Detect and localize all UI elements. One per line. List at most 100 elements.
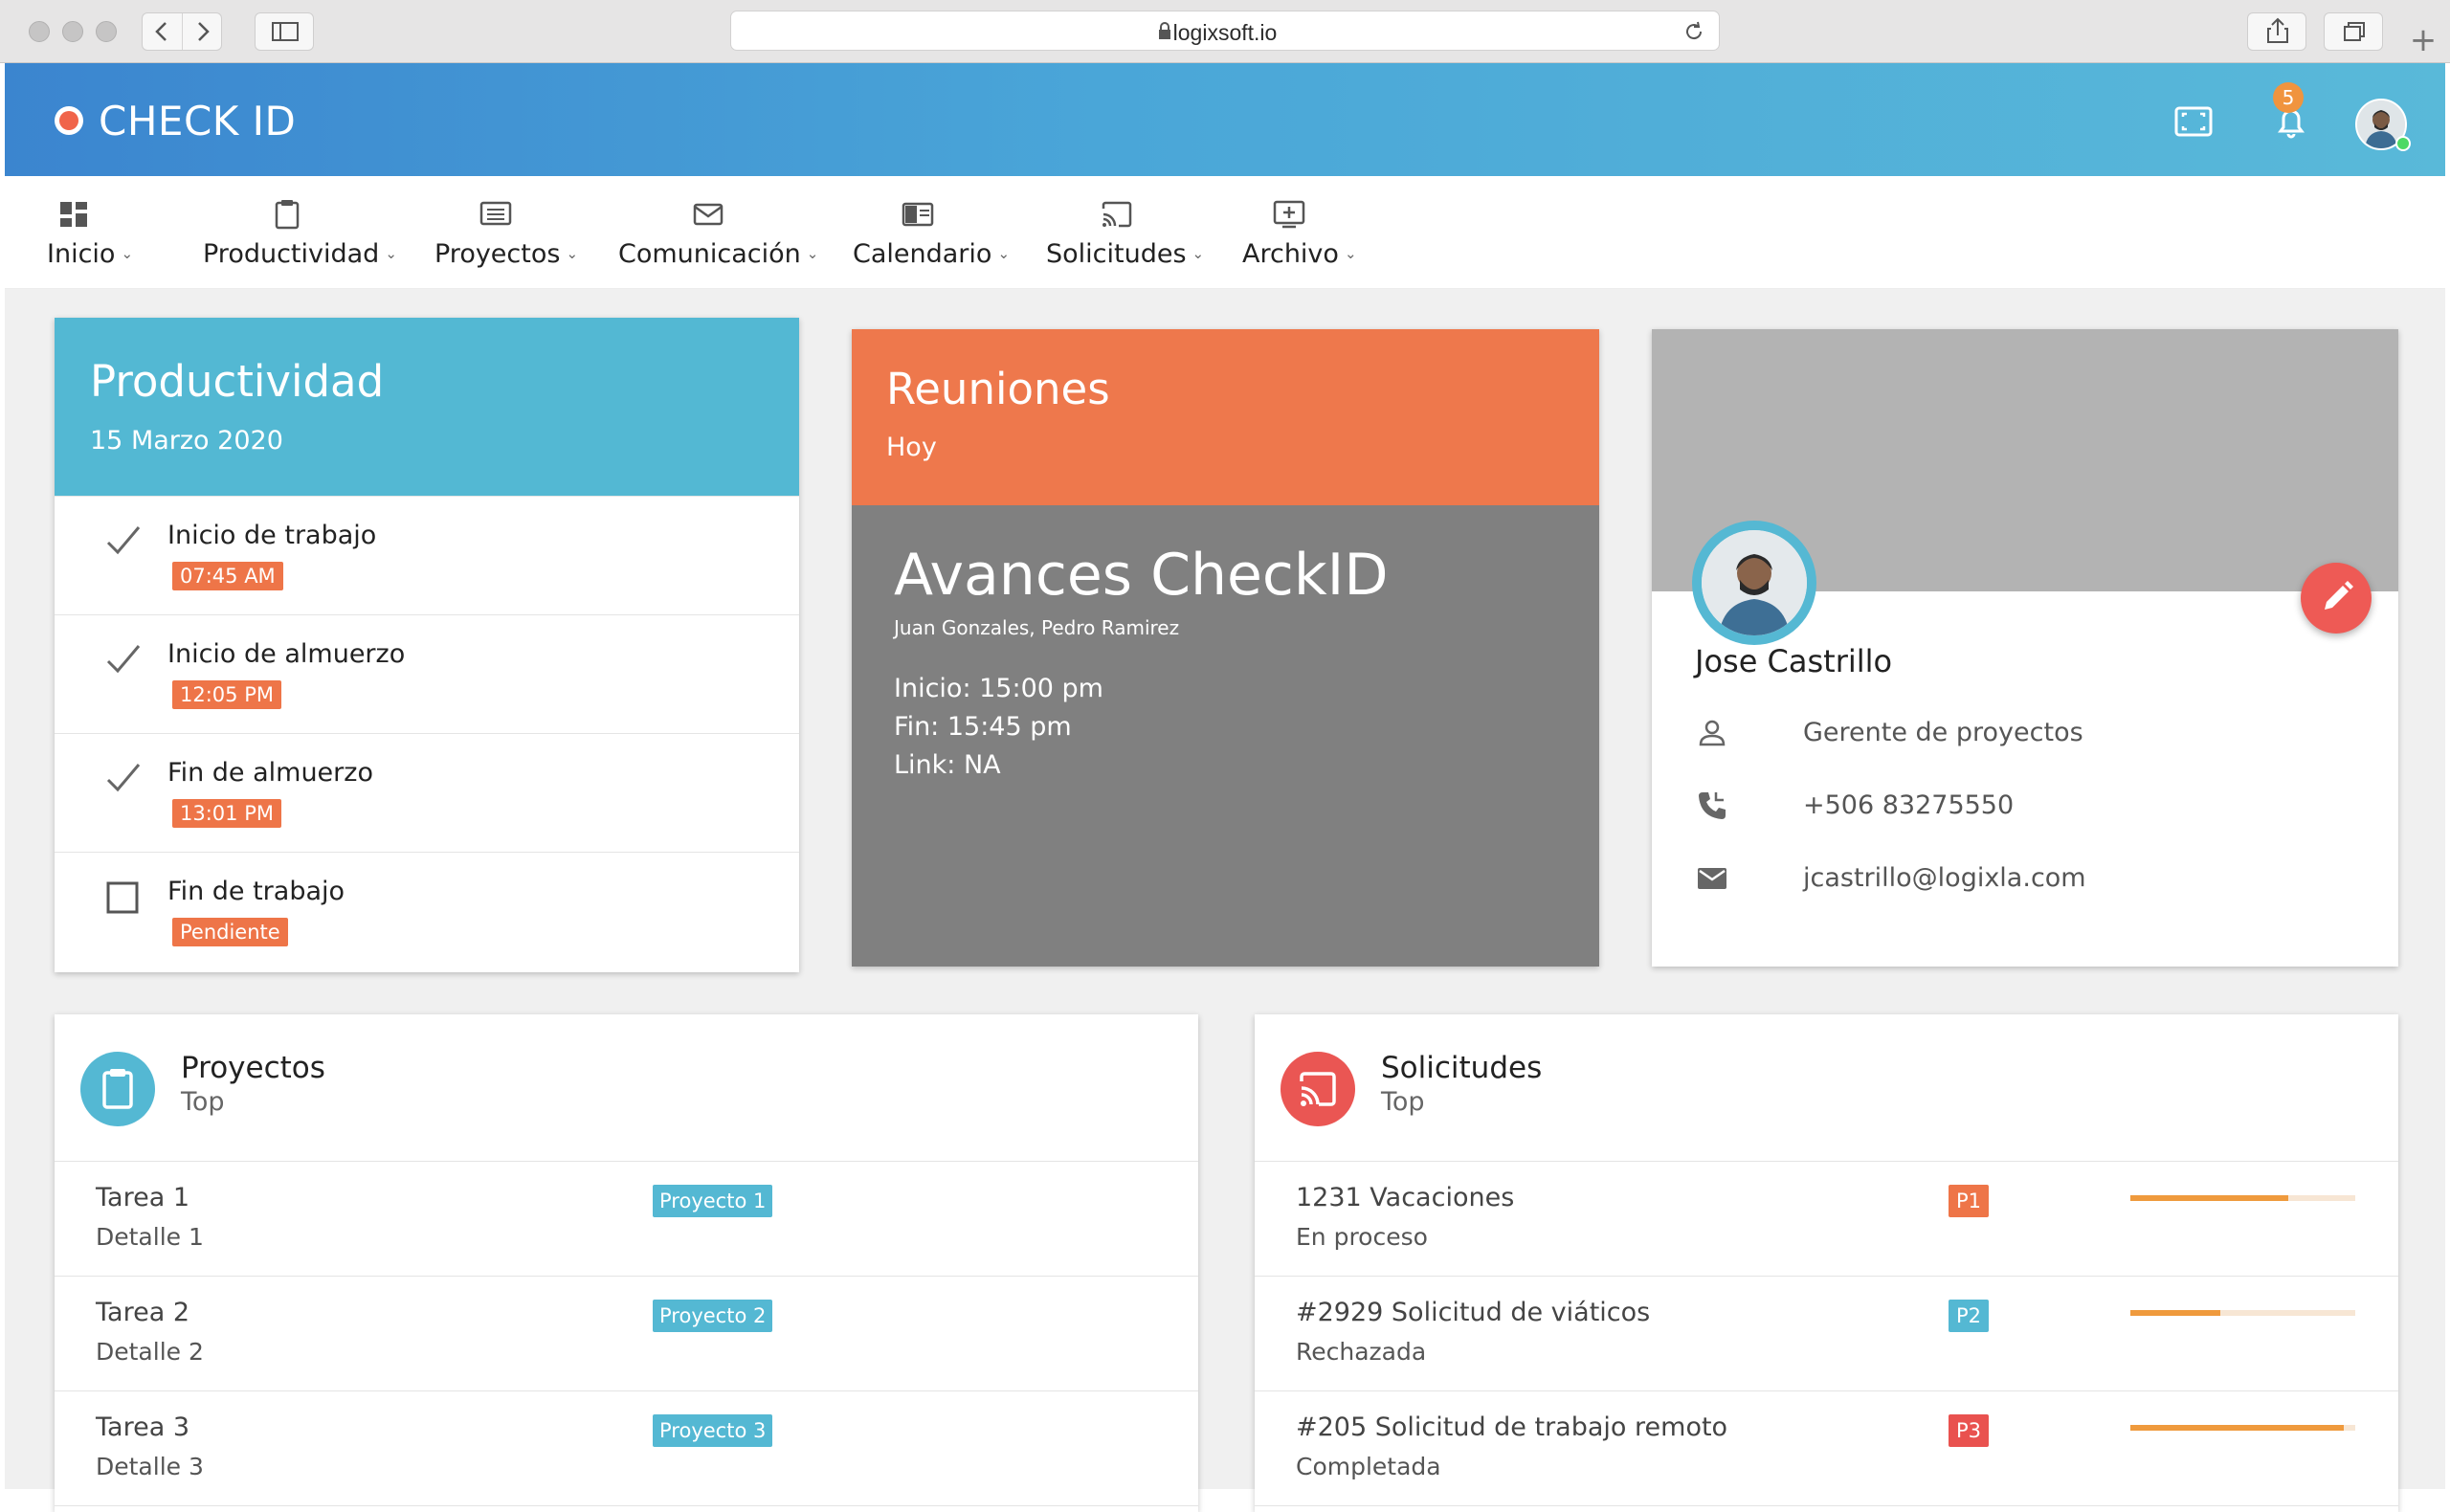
list-item[interactable]: 1231 Vacaciones En proceso P1 xyxy=(1255,1162,2398,1277)
productividad-date: 15 Marzo 2020 xyxy=(90,426,283,456)
dashboard-icon xyxy=(60,202,87,227)
new-tab-button[interactable]: + xyxy=(2404,21,2442,59)
menu-archivo-label: Archivo xyxy=(1242,239,1339,269)
progress-bar xyxy=(2130,1425,2355,1431)
reuniones-card: Reuniones Hoy Avances CheckID Juan Gonza… xyxy=(852,329,1599,967)
checkmark-icon[interactable] xyxy=(102,640,143,680)
close-window-button[interactable] xyxy=(29,21,50,42)
profile-email: jcastrillo@logixla.com xyxy=(1803,863,2086,893)
profile-email-row[interactable]: jcastrillo@logixla.com xyxy=(1695,859,2173,898)
chevron-down-icon: ⌄ xyxy=(1192,245,1205,262)
edit-profile-button[interactable] xyxy=(2301,563,2372,634)
minimize-window-button[interactable] xyxy=(62,21,83,42)
menu-productividad-label: Productividad xyxy=(203,239,380,269)
productividad-title: Productividad xyxy=(90,356,385,407)
profile-photo-icon xyxy=(1702,530,1807,635)
progress-fill xyxy=(2130,1195,2288,1201)
task-detail: Detalle 1 xyxy=(96,1223,204,1251)
profile-role-row: Gerente de proyectos xyxy=(1695,714,2173,752)
list-item[interactable]: #2929 Solicitud de viáticos Rechazada P2 xyxy=(1255,1277,2398,1391)
checkmark-icon[interactable] xyxy=(102,522,143,562)
progress-bar xyxy=(2130,1310,2355,1316)
project-tag[interactable]: Proyecto 2 xyxy=(653,1300,773,1332)
progress-fill xyxy=(2130,1425,2345,1431)
clipboard-icon xyxy=(80,1052,155,1126)
request-status: En proceso xyxy=(1296,1223,1428,1251)
list-item[interactable]: Tarea 2 Detalle 2 Proyecto 2 xyxy=(55,1277,1198,1391)
checkmark-icon[interactable] xyxy=(102,759,143,799)
time-tag: 13:01 PM xyxy=(172,799,281,828)
checklist-item-label: Inicio de trabajo xyxy=(167,521,377,550)
checklist-item-label: Fin de trabajo xyxy=(167,877,345,906)
reload-icon[interactable] xyxy=(1682,20,1705,43)
fullscreen-button[interactable] xyxy=(2170,98,2217,145)
chevron-down-icon: ⌄ xyxy=(121,245,134,262)
checklist-item[interactable]: Inicio de almuerzo 12:05 PM xyxy=(55,614,799,733)
main-menu: Inicio ⌄ Productividad ⌄ Proyectos ⌄ Comuni… xyxy=(5,176,2445,289)
meeting-end: Fin: 15:45 pm xyxy=(894,712,1072,742)
back-button[interactable] xyxy=(143,13,182,50)
checkbox-empty-icon[interactable] xyxy=(102,878,143,918)
browser-window: logixsoft.io + CHECK ID 5 Inicio ⌄ Produ… xyxy=(0,0,2450,1512)
meeting-title: Avances CheckID xyxy=(894,542,1389,609)
menu-solicitudes[interactable]: Solicitudes ⌄ xyxy=(1046,176,1204,289)
forward-button[interactable] xyxy=(182,13,221,50)
browser-toolbar: logixsoft.io + xyxy=(0,0,2450,63)
checklist-item[interactable]: Inicio de trabajo 07:45 AM xyxy=(55,496,799,614)
list-item[interactable]: Tarea 3 Detalle 3 Proyecto 3 xyxy=(55,1391,1198,1506)
solicitudes-header: Solicitudes Top xyxy=(1255,1014,2398,1162)
profile-phone-row[interactable]: +506 83275550 xyxy=(1695,787,2173,825)
app-header: CHECK ID 5 xyxy=(5,63,2445,176)
solicitudes-card: Solicitudes Top 1231 Vacaciones En proce… xyxy=(1255,1014,2398,1512)
task-title: Tarea 3 xyxy=(96,1412,189,1442)
brand-title[interactable]: CHECK ID xyxy=(99,98,296,145)
zoom-window-button[interactable] xyxy=(96,21,117,42)
chevron-down-icon: ⌄ xyxy=(806,245,819,262)
project-tag[interactable]: Proyecto 1 xyxy=(653,1185,773,1217)
sidebar-toggle-button[interactable] xyxy=(255,12,314,51)
sidebar-icon xyxy=(272,22,299,41)
notification-badge: 5 xyxy=(2273,82,2304,113)
checklist-item[interactable]: Fin de trabajo Pendiente xyxy=(55,852,799,970)
share-icon xyxy=(2267,17,2288,43)
person-icon xyxy=(1699,720,1726,746)
meeting-attendees: Juan Gonzales, Pedro Ramirez xyxy=(894,616,1180,639)
phone-icon xyxy=(1699,792,1726,819)
menu-proyectos-label: Proyectos xyxy=(434,239,561,269)
task-detail: Detalle 3 xyxy=(96,1453,204,1480)
meeting-start: Inicio: 15:00 pm xyxy=(894,674,1103,703)
list-item[interactable]: Tarea 1 Detalle 1 Proyecto 1 xyxy=(55,1162,1198,1277)
project-tag[interactable]: Proyecto 3 xyxy=(653,1414,773,1447)
task-title: Tarea 2 xyxy=(96,1298,189,1327)
solicitudes-title: Solicitudes xyxy=(1381,1051,1543,1085)
profile-avatar[interactable] xyxy=(1692,521,1816,645)
request-title: 1231 Vacaciones xyxy=(1296,1183,1515,1212)
meeting-link: Link: NA xyxy=(894,750,1001,780)
productividad-card: Productividad 15 Marzo 2020 Inicio de tr… xyxy=(55,318,799,972)
clipboard-icon xyxy=(275,200,300,230)
proyectos-title: Proyectos xyxy=(181,1051,325,1085)
tabs-overview-button[interactable] xyxy=(2324,12,2383,51)
history-nav xyxy=(142,12,222,51)
checklist-item-label: Inicio de almuerzo xyxy=(167,639,406,669)
menu-proyectos[interactable]: Proyectos ⌄ xyxy=(434,176,578,289)
checklist-item[interactable]: Fin de almuerzo 13:01 PM xyxy=(55,733,799,852)
progress-bar xyxy=(2130,1195,2355,1201)
share-button[interactable] xyxy=(2247,12,2306,51)
online-status-dot xyxy=(2395,136,2411,151)
calendar-icon xyxy=(902,202,934,227)
profile-role: Gerente de proyectos xyxy=(1803,718,2083,747)
menu-comunicacion[interactable]: Comunicación ⌄ xyxy=(618,176,818,289)
request-status: Completada xyxy=(1296,1453,1441,1480)
list-item[interactable]: #205 Solicitud de trabajo remoto Complet… xyxy=(1255,1391,2398,1506)
request-title: #205 Solicitud de trabajo remoto xyxy=(1296,1412,1728,1442)
proyectos-card: Proyectos Top Tarea 1 Detalle 1 Proyecto… xyxy=(55,1014,1198,1512)
menu-archivo[interactable]: Archivo ⌄ xyxy=(1242,176,1362,289)
menu-inicio[interactable]: Inicio ⌄ xyxy=(47,176,133,289)
address-bar[interactable]: logixsoft.io xyxy=(730,11,1720,51)
menu-calendario[interactable]: Calendario ⌄ xyxy=(853,176,1011,289)
menu-productividad[interactable]: Productividad ⌄ xyxy=(203,176,397,289)
dashboard-content: Productividad 15 Marzo 2020 Inicio de tr… xyxy=(5,289,2445,1512)
chevron-right-icon xyxy=(198,22,210,41)
meeting-details[interactable]: Avances CheckID Juan Gonzales, Pedro Ram… xyxy=(852,505,1599,967)
